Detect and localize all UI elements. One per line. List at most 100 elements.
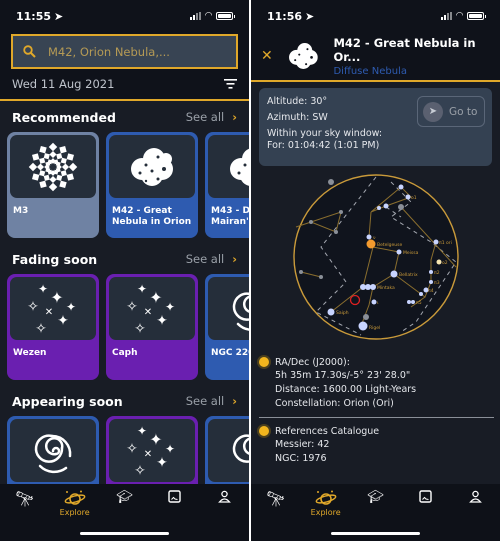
- tab-label: Explore: [310, 508, 341, 517]
- object-card[interactable]: ✦ ✦ ✧ ✕ ✦ ✦ ✧ Caph: [106, 274, 198, 380]
- signal-icon: [441, 12, 453, 20]
- location-arrow-icon: ➤: [54, 9, 64, 23]
- card-label: Wezen: [13, 348, 47, 358]
- profile-icon: [468, 490, 482, 503]
- galaxy-icon: [34, 433, 72, 473]
- section-title: Fading soon: [12, 251, 98, 267]
- search-input[interactable]: M42, Orion Nebula,...: [11, 34, 238, 69]
- object-card[interactable]: ✦ ✦ ✧ ✕ ✦ ✦ ✧ Wezen: [7, 274, 99, 380]
- card-label: M43 - De Mairan's: [211, 206, 249, 227]
- object-card[interactable]: M43 - De Mairan's: [205, 132, 249, 238]
- planet-icon: [315, 490, 337, 505]
- sky-map[interactable]: Betelgeuse Meissa Bellatrix Mintaka Saip…: [291, 172, 461, 342]
- stars-icon: ✦ ✦✧ ✕ ✦✦✧: [27, 282, 76, 337]
- messier-number: Messier: 42: [275, 439, 330, 450]
- svg-text:Saiph: Saiph: [336, 310, 349, 316]
- tab-telescope[interactable]: 🔭︎: [2, 490, 47, 541]
- object-type: Diffuse Nebula: [333, 65, 407, 77]
- visibility-info: Altitude: 30° Azimuth: SW Within your sk…: [259, 88, 492, 166]
- nebula-icon: [230, 148, 249, 186]
- card-label: M42 - Great Nebula in Orion: [112, 206, 192, 227]
- date-label[interactable]: Wed 11 Aug 2021: [12, 77, 114, 91]
- svg-text:✧: ✧: [134, 321, 146, 337]
- svg-text:π4: π4: [428, 288, 434, 294]
- svg-text:✧: ✧: [27, 299, 39, 315]
- svg-text:Mintaka: Mintaka: [377, 285, 395, 291]
- status-time: 11:55: [16, 9, 52, 23]
- telescope-icon: 🔭︎: [266, 490, 286, 508]
- goto-button[interactable]: ➤ Go to: [417, 96, 485, 127]
- svg-text:Meissa: Meissa: [403, 250, 419, 256]
- graduation-cap-icon: 🎓︎: [367, 490, 384, 505]
- svg-text:✦: ✦: [156, 455, 168, 471]
- section-title: Recommended: [12, 109, 116, 125]
- svg-text:✕: ✕: [144, 449, 152, 460]
- bullet-icon: [259, 426, 269, 436]
- svg-text:ο1: ο1: [411, 195, 417, 201]
- stars-icon: ✦ ✦✧ ✕ ✦✦✧: [126, 282, 175, 337]
- card-label: Caph: [112, 348, 138, 358]
- svg-text:✦: ✦: [156, 313, 168, 329]
- svg-text:π3: π3: [434, 280, 440, 286]
- see-all-button[interactable]: See all ›: [186, 394, 237, 408]
- tab-telescope[interactable]: 🔭︎: [253, 490, 298, 541]
- home-indicator: [331, 532, 420, 535]
- image-icon: [419, 490, 432, 503]
- svg-text:π1 ori: π1 ori: [439, 240, 452, 246]
- object-card[interactable]: M42 - Great Nebula in Orion: [106, 132, 198, 238]
- svg-text:π2: π2: [434, 270, 440, 276]
- tab-profile[interactable]: [202, 490, 247, 541]
- chevron-right-icon: ›: [232, 394, 237, 408]
- bullet-icon: [259, 357, 269, 367]
- status-bar: 11:56 ➤ ◠: [251, 0, 500, 32]
- profile-icon: [217, 490, 231, 503]
- stars-icon: ✦ ✦✧ ✕ ✦✦✧: [126, 424, 175, 479]
- telescope-icon: 🔭︎: [15, 490, 35, 508]
- svg-text:Betelgeuse: Betelgeuse: [377, 242, 402, 248]
- object-title: M42 - Great Nebula in Or...: [333, 35, 476, 64]
- object-detail-screen: 11:56 ➤ ◠ ✕ M42 - Great Nebula in Or... D…: [251, 0, 500, 541]
- search-placeholder: M42, Orion Nebula,...: [48, 44, 170, 59]
- chevron-right-icon: ›: [232, 110, 237, 124]
- svg-text:✦: ✦: [50, 288, 63, 307]
- svg-text:✕: ✕: [45, 307, 53, 318]
- globular-cluster-icon: [28, 142, 78, 191]
- svg-text:✕: ✕: [144, 307, 152, 318]
- section-title: Appearing soon: [12, 393, 123, 409]
- chevron-right-icon: ›: [232, 252, 237, 266]
- battery-icon: [467, 12, 486, 20]
- wifi-icon: ◠: [205, 11, 212, 21]
- card-label: M3: [13, 206, 29, 216]
- svg-text:✦: ✦: [149, 430, 162, 449]
- svg-text:Bellatrix: Bellatrix: [399, 272, 418, 278]
- radec-value: 5h 35m 17.30s/-5° 23' 28.0": [275, 370, 411, 381]
- status-time: 11:56: [267, 9, 303, 23]
- divider: [259, 417, 494, 418]
- section-fading-soon: Fading soon See all › ✦ ✦ ✧ ✕ ✦ ✦ ✧ Wezen ✦ ✦ ✧ ✕ ✦…: [0, 244, 249, 380]
- object-card[interactable]: M3: [7, 132, 99, 238]
- close-icon[interactable]: ✕: [261, 48, 273, 64]
- tab-label: Explore: [59, 508, 90, 517]
- svg-text:✦: ✦: [66, 300, 76, 314]
- nebula-icon: [288, 43, 318, 69]
- location-arrow-icon: ➤: [305, 9, 315, 23]
- object-card[interactable]: NGC 220: [205, 274, 249, 380]
- svg-text:✧: ✧: [126, 299, 138, 315]
- image-icon: [168, 490, 181, 503]
- constellation: Constellation: Orion (Ori): [275, 398, 394, 409]
- svg-text:✧: ✧: [126, 441, 138, 457]
- svg-text:✦: ✦: [57, 313, 69, 329]
- filter-icon[interactable]: [224, 79, 237, 89]
- status-bar: 11:55 ➤ ◠: [0, 0, 249, 32]
- battery-icon: [216, 12, 235, 20]
- planet-icon: [64, 490, 86, 505]
- svg-text:✦: ✦: [137, 424, 147, 438]
- see-all-button[interactable]: See all ›: [186, 252, 237, 266]
- see-all-button[interactable]: See all ›: [186, 110, 237, 124]
- nebula-icon: [131, 147, 173, 186]
- radec-title: RA/Dec (J2000):: [275, 356, 350, 368]
- wifi-icon: ◠: [456, 11, 463, 21]
- svg-text:Rigel: Rigel: [369, 325, 380, 331]
- explore-screen: 11:55 ➤ ◠ M42, Orion Nebula,... Wed 11 Au…: [0, 0, 249, 541]
- tab-profile[interactable]: [453, 490, 498, 541]
